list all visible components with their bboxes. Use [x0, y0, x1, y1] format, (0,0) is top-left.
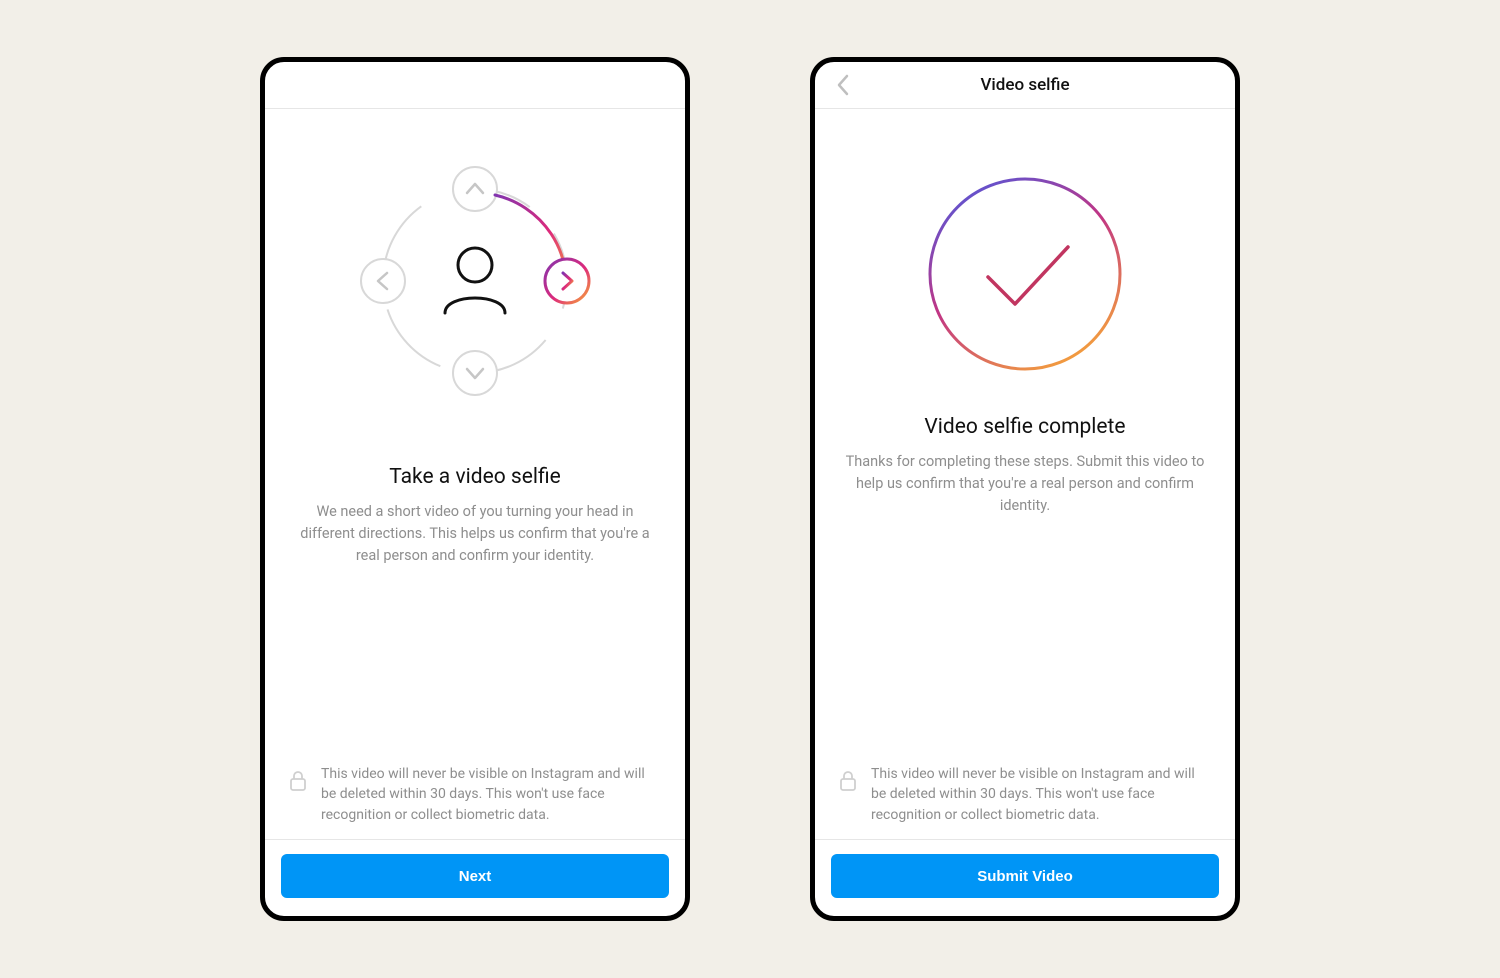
- topbar-title: Video selfie: [980, 75, 1069, 95]
- person-icon: [445, 248, 505, 313]
- content-area: Video selfie complete Thanks for complet…: [815, 109, 1235, 752]
- body-text: We need a short video of you turning you…: [295, 501, 655, 566]
- direction-left-icon: [361, 259, 405, 303]
- back-button[interactable]: [825, 62, 861, 108]
- selfie-direction-svg: [345, 151, 605, 411]
- check-svg: [910, 159, 1140, 389]
- chevron-left-icon: [836, 74, 850, 96]
- privacy-row: This video will never be visible on Inst…: [265, 752, 685, 840]
- privacy-text: This video will never be visible on Inst…: [321, 764, 661, 825]
- direction-right-icon: [495, 195, 589, 303]
- content-area: Take a video selfie We need a short vide…: [265, 109, 685, 752]
- lock-icon: [287, 764, 309, 792]
- heading: Take a video selfie: [389, 465, 561, 489]
- next-button[interactable]: Next: [281, 854, 669, 898]
- direction-down-icon: [453, 351, 497, 395]
- direction-up-icon: [453, 167, 497, 211]
- screen-intro: Take a video selfie We need a short vide…: [260, 57, 690, 921]
- selfie-direction-illustration: [345, 151, 605, 415]
- submit-video-button[interactable]: Submit Video: [831, 854, 1219, 898]
- topbar: Video selfie: [815, 62, 1235, 109]
- privacy-text: This video will never be visible on Inst…: [871, 764, 1211, 825]
- footer: Next: [265, 840, 685, 916]
- privacy-row: This video will never be visible on Inst…: [815, 752, 1235, 840]
- topbar-empty: [265, 62, 685, 109]
- heading: Video selfie complete: [924, 415, 1125, 439]
- lock-icon: [837, 764, 859, 792]
- screen-complete: Video selfie Video selfie complete: [810, 57, 1240, 921]
- check-illustration: [910, 159, 1140, 393]
- footer: Submit Video: [815, 840, 1235, 916]
- body-text: Thanks for completing these steps. Submi…: [845, 451, 1205, 516]
